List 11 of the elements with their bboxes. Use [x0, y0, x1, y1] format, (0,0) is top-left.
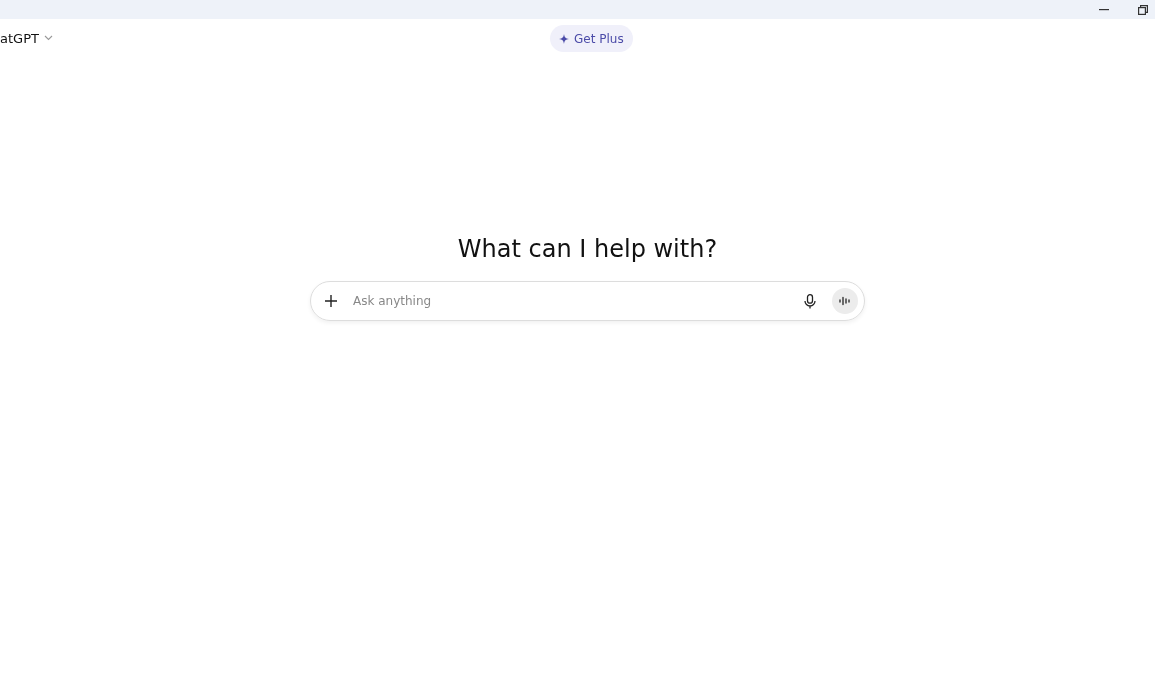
microphone-icon[interactable] — [804, 293, 816, 309]
sound-wave-icon — [839, 296, 851, 306]
restore-icon[interactable] — [1138, 4, 1148, 15]
voice-mode-button[interactable] — [832, 288, 858, 314]
sparkle-icon — [559, 33, 569, 44]
plus-icon[interactable] — [325, 295, 337, 307]
minimize-icon[interactable] — [1099, 8, 1109, 11]
model-selector[interactable]: atGPT — [0, 30, 53, 46]
chevron-down-icon — [43, 35, 53, 41]
get-plus-button[interactable]: Get Plus — [550, 25, 633, 52]
heading: What can I help with? — [457, 235, 718, 263]
